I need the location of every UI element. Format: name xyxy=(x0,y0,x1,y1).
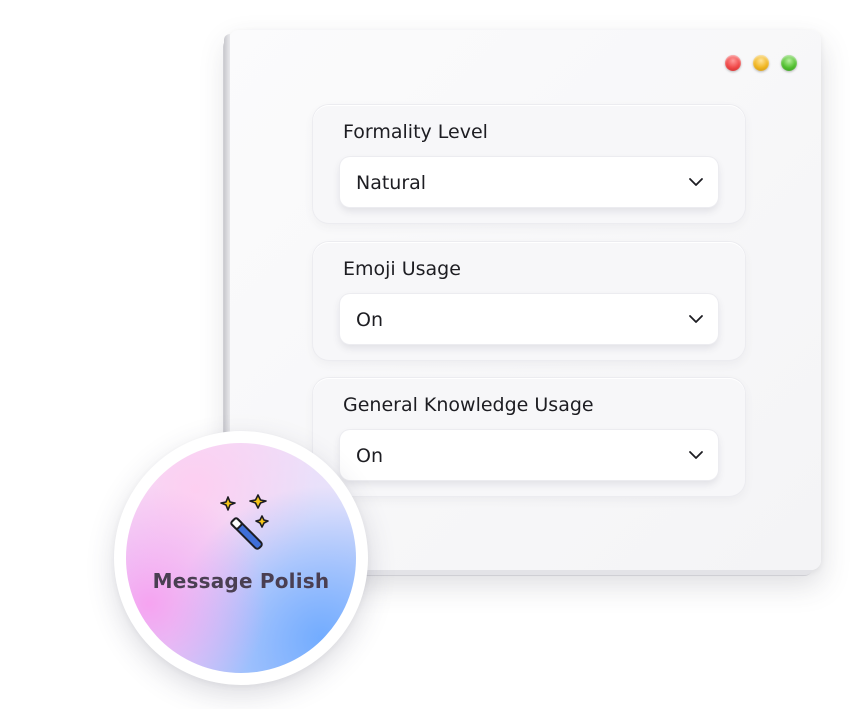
magic-wand-icon xyxy=(220,494,269,550)
chevron-down-icon xyxy=(689,315,703,323)
formality-level-card: Formality Level Natural xyxy=(313,105,745,223)
message-polish-badge: Message Polish xyxy=(114,431,368,685)
window-controls xyxy=(725,55,797,71)
general-knowledge-value: On xyxy=(356,445,383,467)
formality-level-select[interactable]: Natural xyxy=(340,157,718,207)
general-knowledge-label: General Knowledge Usage xyxy=(343,394,594,416)
general-knowledge-select[interactable]: On xyxy=(340,430,718,480)
emoji-usage-value: On xyxy=(356,309,383,331)
badge-circle: Message Polish xyxy=(126,443,356,673)
formality-level-value: Natural xyxy=(356,172,427,194)
chevron-down-icon xyxy=(689,451,703,459)
close-button[interactable] xyxy=(725,55,741,71)
chevron-down-icon xyxy=(689,178,703,186)
stage: Formality Level Natural Emoji Usage On G… xyxy=(0,0,850,709)
formality-level-label: Formality Level xyxy=(343,121,488,143)
emoji-usage-label: Emoji Usage xyxy=(343,258,461,280)
maximize-button[interactable] xyxy=(781,55,797,71)
minimize-button[interactable] xyxy=(753,55,769,71)
emoji-usage-card: Emoji Usage On xyxy=(313,242,745,360)
general-knowledge-card: General Knowledge Usage On xyxy=(313,378,745,496)
emoji-usage-select[interactable]: On xyxy=(340,294,718,344)
badge-title: Message Polish xyxy=(152,569,330,593)
